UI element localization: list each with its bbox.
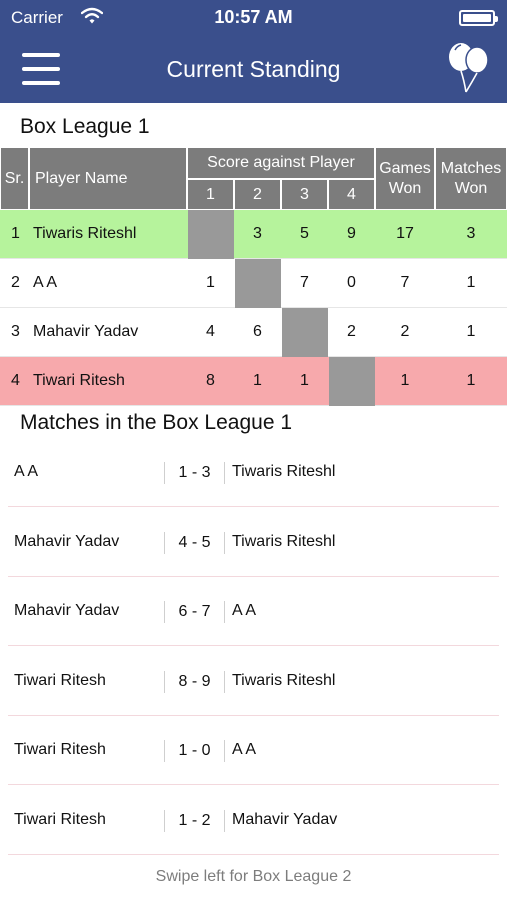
row-player-name: Mahavir Yadav (33, 323, 139, 340)
row-score-1: 8 (206, 372, 215, 389)
self-match-cell (188, 210, 234, 259)
match-score: 8 - 9 (164, 671, 225, 693)
row-matches-won: 1 (466, 372, 476, 389)
row-score-2: 3 (253, 225, 262, 242)
self-match-cell (282, 308, 328, 357)
match-item[interactable]: Mahavir Yadav 4 - 5 Tiwaris Riteshl (8, 508, 499, 577)
row-games-won: 2 (400, 323, 410, 340)
match-player-right: Tiwaris Riteshl (232, 533, 336, 550)
match-player-right: Mahavir Yadav (232, 811, 338, 828)
match-player-left: A A (14, 463, 39, 480)
match-score: 1 - 2 (164, 810, 225, 832)
match-player-right: A A (232, 741, 257, 758)
match-player-left: Mahavir Yadav (14, 602, 120, 619)
balloons-icon[interactable] (444, 40, 492, 96)
match-player-right: Tiwaris Riteshl (232, 672, 336, 689)
row-games-won: 1 (400, 372, 410, 389)
battery-icon (459, 10, 498, 26)
row-score-2: 6 (253, 323, 262, 340)
row-matches-won: 3 (466, 225, 476, 242)
match-player-right: A A (232, 602, 257, 619)
row-score-1: 4 (206, 323, 215, 340)
row-games-won: 17 (396, 225, 414, 242)
match-score: 6 - 7 (164, 601, 225, 623)
row-score-4: 2 (347, 323, 356, 340)
header-matches-won: Matches Won (435, 147, 507, 210)
header-player-name: Player Name (29, 147, 187, 210)
standings-row[interactable]: 1 Tiwaris Riteshl 3 5 9 17 3 (0, 210, 507, 259)
row-games-won: 7 (400, 274, 410, 291)
row-matches-won: 1 (466, 323, 476, 340)
standings-title: Box League 1 (20, 115, 150, 138)
match-item[interactable]: Tiwari Ritesh 1 - 2 Mahavir Yadav (8, 786, 499, 855)
self-match-cell (329, 357, 375, 406)
match-item[interactable]: A A 1 - 3 Tiwaris Riteshl (8, 438, 499, 507)
standings-row[interactable]: 2 A A 1 7 0 7 1 (0, 259, 507, 308)
match-score: 1 - 3 (164, 462, 225, 484)
row-player-name: Tiwari Ritesh (33, 372, 125, 389)
row-player-name: Tiwaris Riteshl (33, 225, 137, 242)
header-score-against: Score against Player (187, 147, 375, 179)
match-item[interactable]: Tiwari Ritesh 1 - 0 A A (8, 716, 499, 785)
match-item[interactable]: Mahavir Yadav 6 - 7 A A (8, 577, 499, 646)
header-col-3: 3 (281, 179, 328, 210)
navigation-bar: Carrier 10:57 AM Current Standing (0, 0, 507, 103)
row-score-3: 5 (300, 225, 309, 242)
header-col-4: 4 (328, 179, 375, 210)
status-bar: Carrier 10:57 AM (0, 0, 507, 36)
header-sr: Sr. (0, 147, 29, 210)
match-score: 4 - 5 (164, 532, 225, 554)
row-score-4: 9 (347, 225, 356, 242)
match-item[interactable]: Tiwari Ritesh 8 - 9 Tiwaris Riteshl (8, 647, 499, 716)
row-score-1: 1 (206, 274, 215, 291)
row-player-name: A A (33, 274, 58, 291)
header-games-won: Games Won (375, 147, 435, 210)
row-score-2: 1 (253, 372, 262, 389)
row-score-3: 1 (300, 372, 309, 389)
swipe-hint: Swipe left for Box League 2 (155, 868, 352, 885)
row-sr: 1 (11, 225, 20, 242)
row-matches-won: 1 (466, 274, 476, 291)
match-player-right: Tiwaris Riteshl (232, 463, 336, 480)
match-player-left: Tiwari Ritesh (14, 741, 106, 758)
status-time: 10:57 AM (214, 7, 293, 27)
match-player-left: Tiwari Ritesh (14, 811, 106, 828)
row-sr: 2 (11, 274, 20, 291)
standings-row[interactable]: 3 Mahavir Yadav 4 6 2 2 1 (0, 308, 507, 357)
row-sr: 3 (11, 323, 20, 340)
match-score: 1 - 0 (164, 740, 225, 762)
header-col-1: 1 (187, 179, 234, 210)
self-match-cell (235, 259, 281, 308)
page-title: Current Standing (166, 56, 341, 82)
header-col-2: 2 (234, 179, 281, 210)
row-score-3: 7 (300, 274, 309, 291)
row-sr: 4 (11, 372, 20, 389)
match-player-left: Mahavir Yadav (14, 533, 120, 550)
match-player-left: Tiwari Ritesh (14, 672, 106, 689)
row-score-4: 0 (347, 274, 356, 291)
matches-title: Matches in the Box League 1 (20, 411, 293, 434)
standings-row[interactable]: 4 Tiwari Ritesh 8 1 1 1 1 (0, 357, 507, 406)
